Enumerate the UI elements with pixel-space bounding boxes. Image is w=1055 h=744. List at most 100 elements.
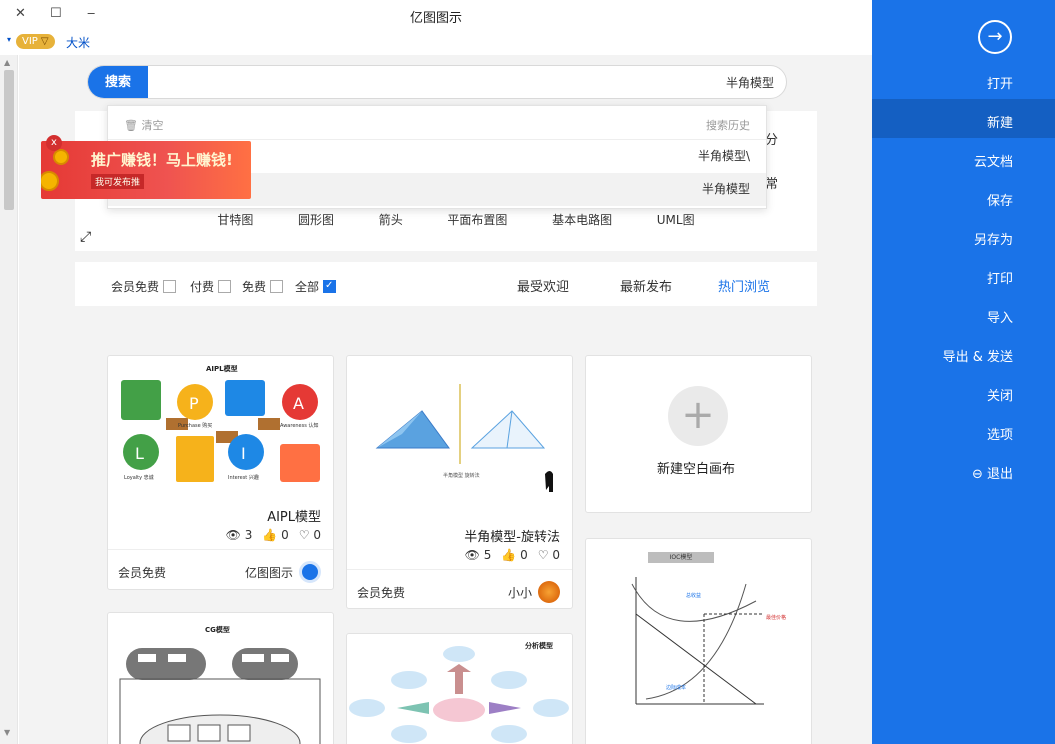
vip-crown-icon: ▽ (40, 36, 49, 47)
plus-icon: + (668, 386, 728, 446)
card-divider (347, 569, 572, 570)
category-floor-plan[interactable]: 平面布置图 (447, 211, 507, 228)
like-count[interactable]: 👍 0 (501, 548, 527, 562)
sidebar-item-open[interactable]: 打开 (987, 73, 1013, 92)
heart-icon: ♡ (537, 548, 549, 562)
sidebar-item-print[interactable]: 打印 (987, 268, 1013, 287)
template-thumbnail: 总收益 边际成本 最佳价格 (631, 577, 786, 705)
sidebar-item-import[interactable]: 导入 (987, 307, 1013, 326)
sidebar-item-exit-label: 退出 (986, 467, 1013, 482)
scroll-up-arrow-icon[interactable]: ▲ (4, 58, 10, 67)
heart-icon: ♡ (298, 528, 310, 542)
coin-icon (53, 149, 69, 165)
promo-close-button[interactable]: x (46, 135, 62, 151)
search-input[interactable] (174, 66, 774, 98)
clear-history-button[interactable]: 🗑 清空 (124, 117, 163, 133)
card-author[interactable]: 小小 (508, 581, 560, 603)
checkbox-icon (163, 280, 177, 293)
thumb-up-icon: 👍 (262, 528, 278, 542)
search-history-header: 🗑 清空 搜索历史 (108, 106, 766, 140)
svg-text:半角模型 旋转法: 半角模型 旋转法 (443, 472, 480, 479)
aipl-sublabel: Interest 兴趣 (228, 475, 259, 481)
filter-paid-label: 付费 (190, 280, 215, 294)
aipl-letter-p: P (189, 394, 199, 413)
arrow-right-circle-icon[interactable]: → (978, 20, 1012, 54)
template-card[interactable]: CG模型 (107, 612, 334, 744)
template-card[interactable]: IOC模型 总收益 边际成本 最佳价格 (585, 538, 812, 744)
sidebar-item-export[interactable]: 导出 & 发送 (943, 346, 1013, 365)
author-name: 亿图图示 (244, 565, 293, 580)
search-box: 搜索 (87, 65, 787, 99)
aipl-letter-a: A (293, 394, 304, 413)
promo-subtext: 我可发布推 (91, 174, 145, 189)
category-basic-circuit[interactable]: 基本电路图 (552, 211, 612, 228)
template-card[interactable]: 半角模型 旋转法 半角模型-旋转法 👁 5 👍 0 ♡ 0 小小 会员免费 (346, 355, 573, 609)
card-stats: 👁 3 👍 0 ♡ 0 (226, 528, 321, 542)
category-uml[interactable]: UML图 (657, 211, 695, 228)
favorite-count[interactable]: ♡ 0 (538, 548, 560, 562)
vip-badge[interactable]: VIP ▽ (16, 34, 55, 49)
filter-free-checkbox[interactable]: 免费 (242, 278, 284, 295)
template-card[interactable]: 分析模型 (346, 633, 573, 744)
category-gantt[interactable]: 甘特图 (217, 211, 253, 228)
aipl-sublabel: Purchase 购买 (178, 423, 213, 429)
sidebar-item-exit[interactable]: ⊖ 退出 (972, 463, 1013, 482)
card-divider (108, 549, 333, 550)
trash-icon: 🗑 (124, 119, 138, 132)
edraw-logo-icon (299, 561, 321, 583)
sidebar-item-options[interactable]: 选项 (987, 424, 1013, 443)
sidebar-item-new[interactable]: 新建 (987, 112, 1013, 131)
template-thumbnail: 半角模型 旋转法 (375, 384, 553, 492)
aipl-sublabel: Awareness 认知 (280, 423, 319, 429)
user-name[interactable]: 大米 (66, 34, 90, 51)
aipl-letter-l: L (135, 444, 144, 463)
common-category-row: 甘特图 圆形图 箭头 平面布置图 基本电路图 UML图 (75, 211, 817, 228)
thumb-up-icon: 👍 (501, 548, 517, 562)
aipl-letter-i: I (241, 444, 246, 463)
sidebar-item-save-as[interactable]: 另存为 (974, 229, 1013, 248)
checkbox-checked-icon (323, 280, 337, 293)
expand-arrows-icon[interactable]: ⤢ (80, 229, 91, 245)
filter-member-free-checkbox[interactable]: 会员免费 (111, 278, 177, 295)
sidebar-item-cloud[interactable]: 云文档 (974, 151, 1013, 170)
svg-text:总收益: 总收益 (686, 592, 701, 599)
scroll-down-arrow-icon[interactable]: ▼ (4, 728, 10, 737)
like-count[interactable]: 👍 0 (262, 528, 288, 542)
avatar (538, 581, 560, 603)
sidebar-item-close[interactable]: 关闭 (987, 385, 1013, 404)
member-free-badge: 会员免费 (357, 586, 406, 600)
card-author[interactable]: 亿图图示 (245, 561, 321, 583)
checkbox-icon (270, 280, 284, 293)
template-gallery: 搜索 分 常 甘特图 圆形图 箭头 平面布置图 基本电路图 UML图 ⤢ 🗑 清… (19, 55, 872, 744)
filter-all-checkbox[interactable]: 全部 (295, 278, 337, 295)
search-button[interactable]: 搜索 (88, 66, 148, 98)
eye-icon: 👁 (464, 548, 480, 562)
category-arrow[interactable]: 箭头 (379, 211, 403, 228)
user-bar: ▾ VIP ▽ 大米 (0, 30, 872, 52)
sidebar-item-save[interactable]: 保存 (987, 190, 1013, 209)
filter-free-label: 免费 (242, 280, 267, 294)
filter-bar: 热门浏览 最新发布 最受欢迎 全部 免费 付费 会员免费 (75, 262, 817, 306)
checkbox-icon (218, 280, 232, 293)
tab-latest[interactable]: 最新发布 (620, 276, 672, 295)
filter-paid-checkbox[interactable]: 付费 (190, 278, 232, 295)
new-blank-canvas-card[interactable]: + 新建空白画布 (585, 355, 812, 513)
category-circle[interactable]: 圆形图 (298, 211, 334, 228)
card-title: 新建空白画布 (656, 462, 735, 477)
user-menu-caret-icon[interactable]: ▾ (7, 35, 11, 44)
exit-icon: ⊖ (971, 467, 983, 482)
promo-banner[interactable]: 推广赚钱！马上赚钱! 我可发布推 (41, 141, 251, 199)
favorite-count[interactable]: ♡ 0 (299, 528, 321, 542)
svg-text:边际成本: 边际成本 (666, 684, 686, 691)
scrollbar-thumb[interactable] (4, 70, 14, 210)
card-title: AIPL模型 (267, 510, 321, 525)
tab-hot[interactable]: 热门浏览 (718, 276, 770, 295)
template-thumbnail (119, 648, 321, 744)
card-title: 半角模型-旋转法 (464, 530, 560, 545)
tab-popular[interactable]: 最受欢迎 (517, 276, 569, 295)
template-thumbnail (121, 380, 320, 482)
view-count: 👁 3 (225, 528, 253, 542)
member-free-badge: 会员免费 (118, 566, 167, 580)
promo-headline: 推广赚钱！马上赚钱! (91, 151, 233, 169)
template-card[interactable]: AIPL模型 A I P L Awareness 认知 Interest 兴趣 … (107, 355, 334, 590)
